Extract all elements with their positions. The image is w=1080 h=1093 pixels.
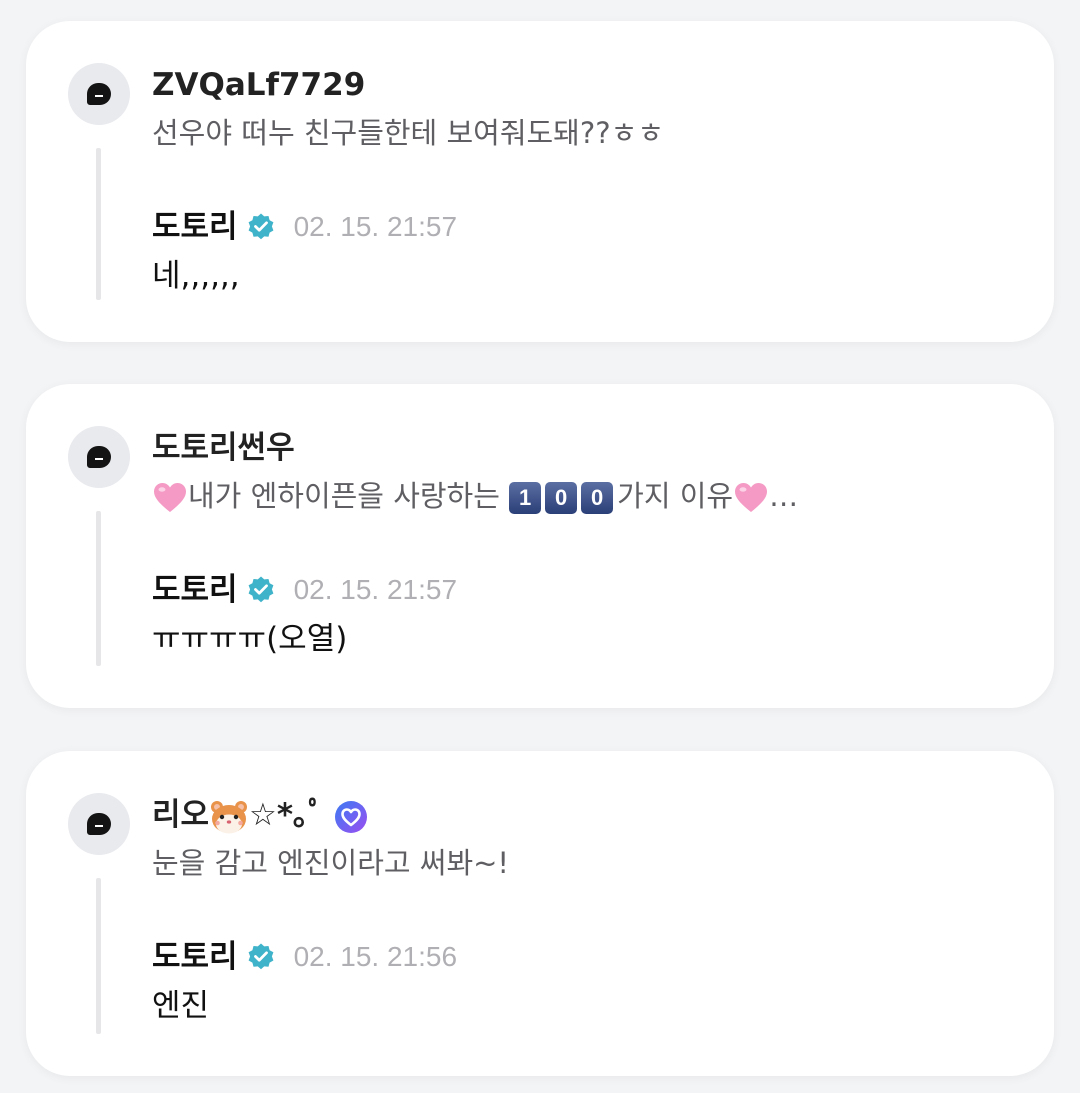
purple-heart-badge-icon (335, 800, 368, 833)
comment-author[interactable]: 도토리썬우 (152, 428, 295, 468)
comment-text-tail: 가지 이유 (617, 479, 734, 513)
reply-header: 도토리 02. 15. 21:57 (152, 207, 457, 247)
reply-text: 엔진 (152, 988, 210, 1024)
comment-text-ellipsis: … (769, 479, 799, 513)
reply-text: 네,,,,,, (152, 258, 240, 294)
reply-text: ㅠㅠㅠㅠ(오열) (152, 621, 348, 657)
keycap-digit: 0 (581, 482, 614, 514)
avatar[interactable] (68, 426, 130, 488)
verified-check-icon (248, 213, 273, 240)
comment-author[interactable]: ZVQaLf7729 (152, 65, 365, 105)
profile-bubble-icon (87, 83, 111, 105)
reply-header: 도토리 02. 15. 21:57 (152, 570, 457, 610)
comment-text: 내가 엔하이픈을 사랑하는 1 0 0 가지 이유 … (152, 476, 798, 516)
comment-card: 리오 ☆*｡ﾟ 눈을 감고 엔진이라고 써봐~! 도토리 02. 15. 21:… (26, 751, 1054, 1076)
reply-date: 02. 15. 21:57 (293, 574, 458, 605)
verified-check-icon (248, 576, 273, 603)
comment-author-suffix: ☆*｡ﾟ (249, 797, 325, 833)
verified-check-icon (248, 943, 273, 970)
comment-author-name: 리오 (152, 797, 210, 833)
profile-bubble-icon (87, 813, 111, 835)
hamster-face-icon (211, 800, 248, 833)
reply-author[interactable]: 도토리 (152, 207, 238, 247)
thread-divider (96, 148, 101, 300)
comment-text: 눈을 감고 엔진이라고 써봐~! (152, 846, 510, 880)
pink-heart-icon (735, 483, 768, 512)
comment-card: ZVQaLf7729 선우야 떠누 친구들한테 보여줘도돼??ㅎㅎ 도토리 02… (26, 21, 1054, 342)
reply-author[interactable]: 도토리 (152, 937, 238, 977)
comment-text-main: 내가 엔하이픈을 사랑하는 (188, 479, 500, 513)
profile-bubble-icon (87, 446, 111, 468)
pink-heart-icon (154, 483, 186, 512)
comment-author[interactable]: 리오 ☆*｡ﾟ (152, 795, 368, 835)
comment-card: 도토리썬우 내가 엔하이픈을 사랑하는 1 0 0 가지 이유 … 도토리 02. 1… (26, 384, 1054, 708)
keycap-digit: 0 (545, 482, 578, 514)
reply-header: 도토리 02. 15. 21:56 (152, 937, 457, 977)
keycap-digit: 1 (509, 482, 542, 514)
avatar[interactable] (68, 793, 130, 855)
thread-divider (96, 511, 101, 666)
thread-divider (96, 878, 101, 1034)
comment-text: 선우야 떠누 친구들한테 보여줘도돼??ㅎㅎ (152, 116, 664, 150)
reply-author[interactable]: 도토리 (152, 570, 238, 610)
avatar[interactable] (68, 63, 130, 125)
reply-date: 02. 15. 21:57 (293, 211, 458, 242)
reply-date: 02. 15. 21:56 (293, 941, 458, 972)
